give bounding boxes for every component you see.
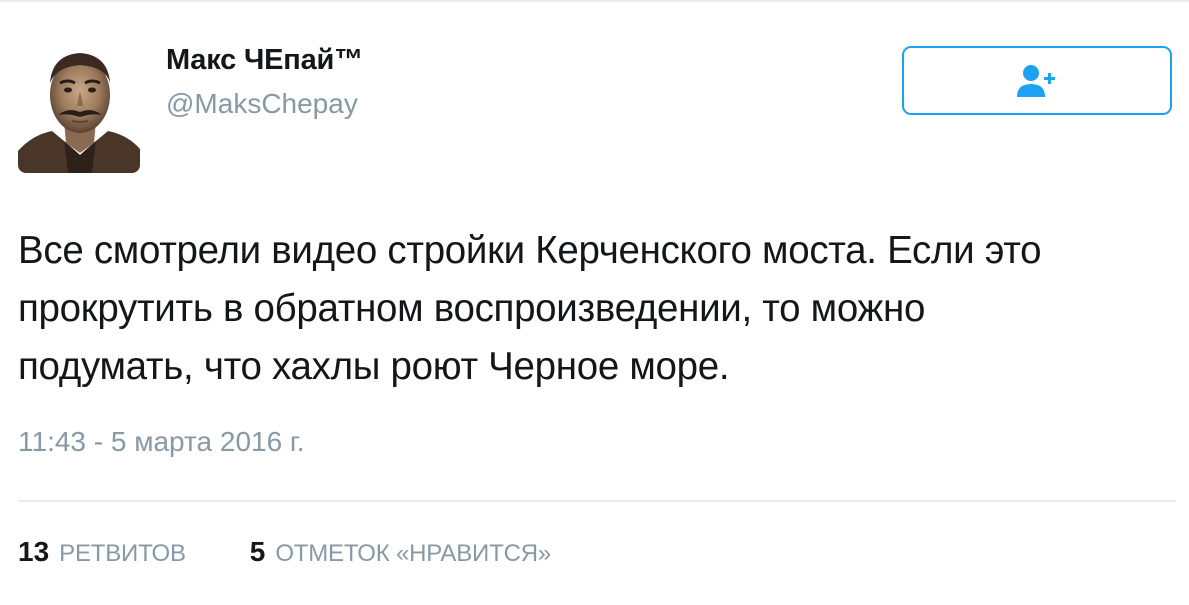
tweet-text-line-3: подумать, что хахлы роют Черное море. bbox=[18, 345, 730, 388]
tweet-stats: 13 РЕТВИТОВ 5 ОТМЕТОК «НРАВИТСЯ» bbox=[18, 536, 615, 576]
retweets-stat[interactable]: 13 РЕТВИТОВ bbox=[18, 536, 186, 568]
retweets-count: 13 bbox=[18, 536, 50, 567]
divider bbox=[18, 500, 1176, 502]
likes-stat[interactable]: 5 ОТМЕТОК «НРАВИТСЯ» bbox=[250, 536, 551, 568]
screen-name[interactable]: @MaksChepay bbox=[166, 88, 358, 120]
tweet-text-line-1: Все смотрели видео стройки Керченского м… bbox=[18, 229, 1042, 272]
avatar-image bbox=[18, 43, 140, 173]
follow-button[interactable] bbox=[902, 46, 1172, 115]
avatar[interactable] bbox=[18, 43, 140, 173]
top-border bbox=[0, 0, 1189, 2]
tweet-text-line-2: прокрутить в обратном воспроизведении, т… bbox=[18, 287, 926, 330]
likes-count: 5 bbox=[249, 536, 266, 567]
likes-label: ОТМЕТОК «НРАВИТСЯ» bbox=[275, 540, 551, 567]
tweet-timestamp[interactable]: 11:43 - 5 марта 2016 г. bbox=[18, 426, 305, 458]
retweets-label: РЕТВИТОВ bbox=[59, 540, 186, 567]
follow-user-plus-icon bbox=[1017, 64, 1055, 97]
tweet-text: Все смотрели видео стройки Керченского м… bbox=[18, 222, 1178, 396]
display-name[interactable]: Макс ЧЕпай™ bbox=[166, 44, 363, 77]
